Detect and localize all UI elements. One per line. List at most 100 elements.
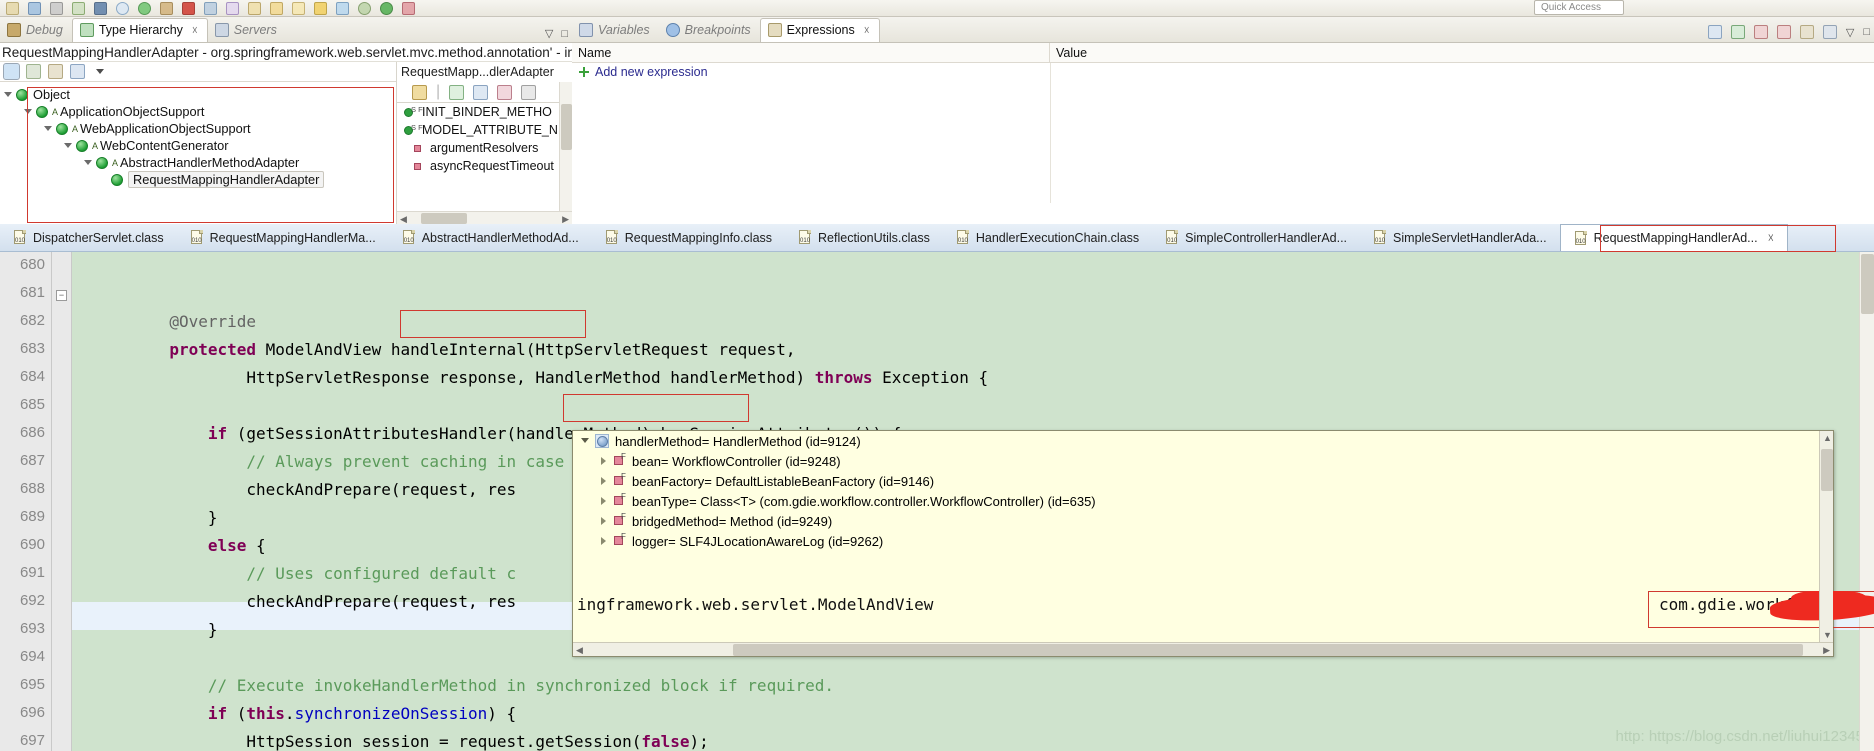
bookmark-icon[interactable] <box>314 2 327 15</box>
folding-gutter[interactable]: − <box>52 252 72 751</box>
hover-vertical-scrollbar[interactable]: ▲ ▼ <box>1819 431 1833 642</box>
list-item[interactable]: Add new expression <box>572 63 1874 81</box>
tree-item-abstracthandlermethodadapter[interactable]: A AbstractHandlerMethodAdapter <box>0 154 396 171</box>
tree-item-applicationobjectsupport[interactable]: A ApplicationObjectSupport <box>0 103 396 120</box>
debug-hover-popup[interactable]: handlerMethod= HandlerMethod (id=9124) F… <box>572 430 1874 657</box>
column-header-name[interactable]: Name <box>572 43 1050 62</box>
editor-tab-bar[interactable]: 010 DispatcherServlet.class 010 RequestM… <box>0 224 1874 252</box>
save-icon[interactable] <box>28 2 41 15</box>
scroll-right-icon[interactable]: ▶ <box>1823 645 1830 656</box>
type-hierarchy-members-pane[interactable]: RequestMapp...dlerAdapter | S F INIT_BIN… <box>396 62 572 224</box>
view-tab-debug[interactable]: Debug <box>0 18 72 42</box>
code-line[interactable]: HttpSession session = request.getSession… <box>73 700 708 751</box>
expand-arrow-icon[interactable] <box>601 517 606 525</box>
scroll-down-icon[interactable]: ▼ <box>1823 630 1832 640</box>
scroll-up-icon[interactable]: ▲ <box>1823 433 1832 443</box>
close-icon[interactable]: ☓ <box>864 24 870 37</box>
expand-arrow-icon[interactable] <box>601 537 606 545</box>
hide-fields-icon[interactable] <box>497 84 513 100</box>
tree-item-requestmappinghandleradapter[interactable]: RequestMappingHandlerAdapter <box>0 171 396 188</box>
close-icon[interactable]: ☓ <box>192 24 198 37</box>
scroll-left-icon[interactable]: ◀ <box>576 645 583 656</box>
close-icon[interactable]: ☓ <box>1768 231 1774 245</box>
fold-marker-icon[interactable]: − <box>56 290 67 301</box>
quick-access-input[interactable]: Quick Access <box>1533 0 1624 15</box>
validate-icon[interactable] <box>402 2 415 15</box>
hover-tree-item-logger[interactable]: F logger= SLF4JLocationAwareLog (id=9262… <box>573 531 1819 551</box>
editor-tab-simplecontrollerhandlerad[interactable]: 010 SimpleControllerHandlerAd... <box>1152 224 1360 251</box>
type-hierarchy-tree-pane[interactable]: Object A ApplicationObjectSupport A WebA… <box>0 62 396 224</box>
hover-tree-item-handlermethod[interactable]: handlerMethod= HandlerMethod (id=9124) <box>573 431 1819 451</box>
show-members-icon[interactable] <box>70 64 85 79</box>
expressions-toolbar[interactable]: ▽ □ <box>1707 25 1870 39</box>
type-hierarchy-view[interactable]: Object A ApplicationObjectSupport A WebA… <box>0 62 572 224</box>
remove-selected-icon[interactable] <box>1753 25 1768 39</box>
tree-item-webcontentgenerator[interactable]: A WebContentGenerator <box>0 137 396 154</box>
code-line[interactable]: if (getSessionAttributesHandler(handlerM… <box>73 392 902 443</box>
view-maximize-icon[interactable]: □ <box>561 28 568 40</box>
view-toolbar-right[interactable]: ▽ □ <box>545 27 568 41</box>
build-icon[interactable] <box>72 2 85 15</box>
view-tab-bar[interactable]: Debug Type Hierarchy ☓ Servers ▽ □ <box>0 17 572 43</box>
editor-tab-requestmappinginfo[interactable]: 010 RequestMappingInfo.class <box>592 224 785 251</box>
main-toolbar[interactable]: Quick Access <box>0 0 1874 17</box>
column-header-value[interactable]: Value <box>1050 43 1874 62</box>
expand-arrow-icon[interactable] <box>601 497 606 505</box>
terminal-icon[interactable] <box>94 2 107 15</box>
scrollbar-thumb[interactable] <box>561 104 572 150</box>
back-icon[interactable] <box>358 2 371 15</box>
debug-view-tab-bar[interactable]: Variables Breakpoints Expressions ☓ ▽ □ <box>572 17 1874 43</box>
editor-tab-reflectionutils[interactable]: 010 ReflectionUtils.class <box>785 224 943 251</box>
editor-tab-dispatcherservlet[interactable]: 010 DispatcherServlet.class <box>0 224 177 251</box>
stop-icon[interactable] <box>182 2 195 15</box>
editor-tab-abstracthandlermethodad[interactable]: 010 AbstractHandlerMethodAd... <box>389 224 592 251</box>
hide-static-icon[interactable] <box>521 84 537 100</box>
run-icon[interactable] <box>138 2 151 15</box>
hover-tree-item-bean[interactable]: F bean= WorkflowController (id=9248) <box>573 451 1819 471</box>
view-minimize-icon[interactable]: ▽ <box>1846 26 1854 39</box>
lock-view-icon[interactable] <box>412 84 427 100</box>
hover-tree-item-beanfactory[interactable]: F beanFactory= DefaultListableBeanFactor… <box>573 471 1819 491</box>
scrollbar-thumb[interactable] <box>421 213 467 224</box>
quick-access[interactable]: Quick Access <box>1533 0 1624 15</box>
scrollbar-thumb[interactable] <box>733 644 1803 656</box>
code-line[interactable]: } <box>73 588 218 639</box>
new-icon[interactable] <box>6 2 19 15</box>
line-number-gutter[interactable]: 680 681 682 683 684 685 686 687 688 689 … <box>0 252 52 751</box>
expand-arrow-icon[interactable] <box>601 457 606 465</box>
code-line[interactable]: if (session != null) { <box>73 728 458 751</box>
expand-arrow-icon[interactable] <box>24 108 32 118</box>
sort-by-defining-type-icon[interactable] <box>473 84 489 100</box>
expressions-rows[interactable]: Add new expression <box>572 63 1874 203</box>
expand-arrow-icon[interactable] <box>64 142 72 152</box>
add-expression-label[interactable]: Add new expression <box>595 65 708 79</box>
view-tab-servers[interactable]: Servers <box>208 18 286 42</box>
view-tab-expressions[interactable]: Expressions ☓ <box>759 18 880 42</box>
hover-tree-item-bridgedmethod[interactable]: F bridgedMethod= Method (id=9249) <box>573 511 1819 531</box>
view-tab-type-hierarchy[interactable]: Type Hierarchy ☓ <box>71 18 208 42</box>
members-toolbar[interactable]: | <box>397 82 572 103</box>
members-list[interactable]: S F INIT_BINDER_METHO S F MODEL_ATTRIBUT… <box>397 103 572 175</box>
editor-tab-requestmappinghandlerma[interactable]: 010 RequestMappingHandlerMa... <box>177 224 389 251</box>
members-horizontal-scrollbar[interactable]: ◀ ▶ <box>397 211 572 224</box>
expand-arrow-icon[interactable] <box>44 125 52 135</box>
member-row[interactable]: S F INIT_BINDER_METHO <box>397 103 572 121</box>
scrollbar-thumb[interactable] <box>1821 449 1833 491</box>
expand-arrow-icon[interactable] <box>601 477 606 485</box>
hover-variable-tree[interactable]: handlerMethod= HandlerMethod (id=9124) F… <box>573 431 1819 581</box>
supertype-hierarchy-icon[interactable] <box>26 64 41 79</box>
type-hierarchy-mode-icon[interactable] <box>3 63 20 80</box>
coverage-icon[interactable] <box>226 2 239 15</box>
code-line[interactable]: // Uses configured default c <box>73 532 516 583</box>
tree-item-object[interactable]: Object <box>0 86 396 103</box>
search-icon[interactable] <box>116 2 129 15</box>
hover-tree-item-beantype[interactable]: F beanType= Class<T> (com.gdie.workflow.… <box>573 491 1819 511</box>
link-icon[interactable] <box>336 2 349 15</box>
code-line[interactable]: } <box>73 476 218 527</box>
view-maximize-icon[interactable]: □ <box>1863 26 1870 38</box>
view-minimize-icon[interactable]: ▽ <box>545 27 553 40</box>
forward-icon[interactable] <box>380 2 393 15</box>
open-resource-icon[interactable] <box>292 2 305 15</box>
print-icon[interactable] <box>50 2 63 15</box>
debug-icon[interactable] <box>160 2 173 15</box>
